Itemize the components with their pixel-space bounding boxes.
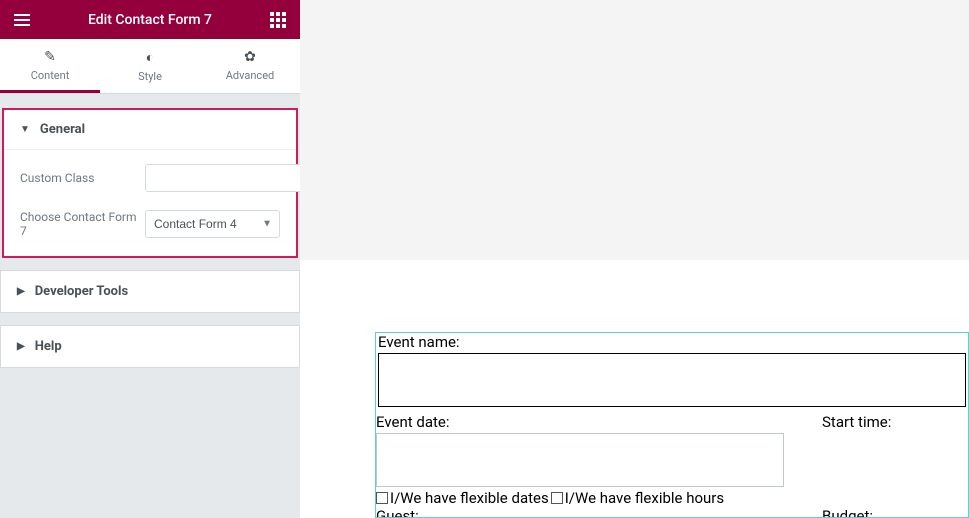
event-date-input[interactable]	[376, 433, 784, 487]
flexible-hours-checkbox[interactable]	[551, 492, 563, 504]
widgets-grid-icon[interactable]	[268, 10, 288, 30]
choose-cf7-label: Choose Contact Form 7	[20, 210, 145, 238]
tab-style-label: Style	[138, 70, 162, 83]
tab-advanced[interactable]: ✿ Advanced	[200, 39, 300, 93]
section-general: ▼ General Custom Class Choose Contact Fo…	[2, 108, 298, 258]
pencil-icon: ✎	[44, 49, 56, 65]
event-name-input[interactable]	[378, 353, 966, 407]
section-help-header[interactable]: ▶ Help	[1, 326, 299, 367]
section-devtools-header[interactable]: ▶ Developer Tools	[1, 271, 299, 312]
menu-icon[interactable]	[12, 10, 32, 30]
caret-right-icon: ▶	[17, 286, 25, 297]
budget-label: Budget:	[822, 507, 968, 518]
tab-content-label: Content	[31, 69, 70, 82]
contrast-icon: ◐	[146, 49, 154, 66]
contact-form-widget[interactable]: Event name: Event date: Start time: I/We…	[375, 332, 969, 518]
start-time-label: Start time:	[822, 413, 968, 431]
section-help: ▶ Help	[0, 325, 300, 368]
tab-advanced-label: Advanced	[226, 69, 274, 82]
flexible-hours-label: I/We have flexible hours	[565, 489, 724, 507]
custom-class-label: Custom Class	[20, 171, 145, 185]
event-name-label: Event name:	[378, 333, 966, 351]
section-general-body: Custom Class Choose Contact Form 7 Conta…	[4, 150, 296, 256]
tab-content[interactable]: ✎ Content	[0, 39, 100, 93]
sidebar-header: Edit Contact Form 7	[0, 0, 300, 39]
section-devtools-title: Developer Tools	[35, 284, 128, 299]
choose-cf7-select[interactable]: Contact Form 4	[145, 210, 280, 238]
caret-down-icon: ▼	[20, 124, 30, 135]
flexible-dates-label: I/We have flexible dates	[390, 489, 549, 507]
editor-tabs: ✎ Content ◐ Style ✿ Advanced	[0, 39, 300, 94]
gear-icon: ✿	[244, 49, 256, 65]
section-general-title: General	[40, 122, 85, 137]
control-choose-cf7: Choose Contact Form 7 Contact Form 4 ▼	[20, 210, 280, 238]
section-help-title: Help	[35, 339, 62, 354]
flexible-dates-checkbox[interactable]	[376, 492, 388, 504]
panel-title: Edit Contact Form 7	[88, 12, 212, 28]
guest-label: Guest:	[376, 507, 784, 518]
editor-sidebar: Edit Contact Form 7 ✎ Content ◐ Style ✿ …	[0, 0, 300, 518]
custom-class-input[interactable]	[145, 164, 314, 192]
control-custom-class: Custom Class	[20, 164, 280, 192]
event-date-label: Event date:	[376, 413, 784, 431]
canvas-empty-section[interactable]	[300, 0, 969, 260]
tab-style[interactable]: ◐ Style	[100, 39, 200, 93]
section-developer-tools: ▶ Developer Tools	[0, 270, 300, 313]
caret-right-icon: ▶	[17, 341, 25, 352]
section-general-header[interactable]: ▼ General	[4, 110, 296, 150]
preview-canvas: Event name: Event date: Start time: I/We…	[300, 0, 969, 518]
